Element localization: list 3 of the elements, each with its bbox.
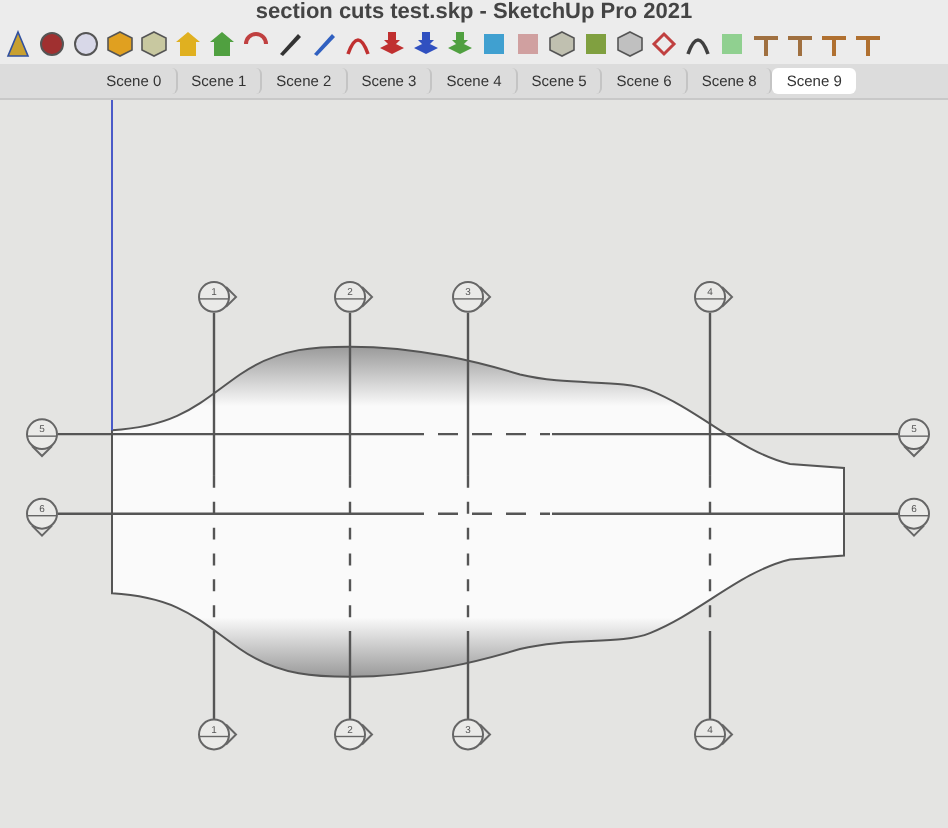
window-title: section cuts test.skp - SketchUp Pro 2021 xyxy=(255,0,693,24)
circle-icon[interactable] xyxy=(72,30,100,58)
prism-icon[interactable] xyxy=(4,30,32,58)
